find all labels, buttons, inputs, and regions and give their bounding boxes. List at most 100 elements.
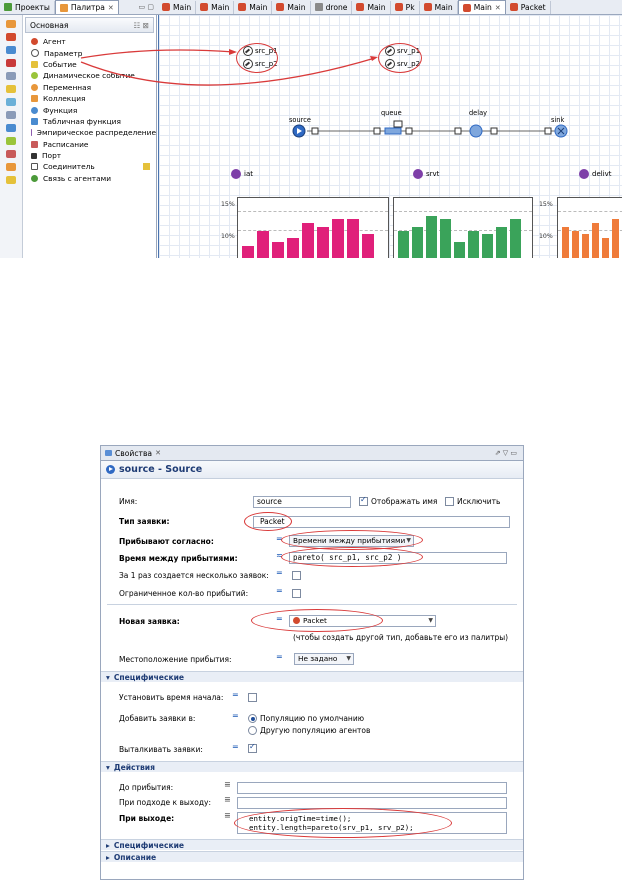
exit-approach-input[interactable]	[237, 797, 507, 809]
histogram-bar	[562, 226, 569, 258]
histogram-bar	[496, 226, 507, 258]
section-specific-collapsed[interactable]: ▸ Специфические	[101, 839, 523, 850]
code-icon: ≡	[224, 795, 231, 804]
interarrival-label: Время между прибытиями:	[119, 554, 238, 563]
arrivals-dropdown[interactable]: Времени между прибытиями ▼	[289, 535, 414, 547]
y-tick-label: 10%	[221, 233, 235, 240]
histogram-bar	[317, 226, 329, 258]
agent-icon	[293, 617, 300, 624]
section-specific[interactable]: ▾ Специфические	[101, 671, 523, 682]
show-name-checkbox[interactable]	[359, 495, 368, 506]
histogram-bar	[582, 234, 589, 258]
code-icon: ≡	[224, 780, 231, 789]
dynamic-value-icon[interactable]: ≂	[276, 551, 283, 560]
push-checkbox[interactable]	[248, 742, 257, 753]
collapse-arrow-icon: ▾	[106, 762, 110, 772]
radio-other-label: Другую популяцию агентов	[260, 726, 371, 735]
static-value-icon[interactable]: =	[276, 568, 283, 577]
static-value-icon[interactable]: =	[276, 652, 283, 661]
histogram-bar	[287, 238, 299, 258]
radio-default-label: Популяцию по умолчанию	[260, 714, 365, 723]
y-tick-label: 15%	[221, 201, 235, 208]
divider	[107, 604, 517, 605]
close-icon[interactable]: ✕	[155, 449, 161, 457]
source-block-icon	[106, 465, 115, 474]
location-dropdown[interactable]: Не задано ▼	[294, 653, 354, 665]
multiple-checkbox[interactable]	[292, 571, 301, 580]
static-value-icon[interactable]: =	[232, 690, 239, 699]
dropdown-arrow-icon: ▼	[406, 537, 411, 544]
code-icon: ≡	[224, 811, 231, 820]
dropdown-arrow-icon: ▼	[428, 617, 433, 624]
y-tick-label: 15%	[539, 201, 553, 208]
exclude-label: Исключить	[457, 497, 501, 506]
static-value-icon[interactable]: =	[276, 534, 283, 543]
histogram-bar	[440, 219, 451, 258]
show-name-label: Отображать имя	[371, 497, 438, 506]
new-entity-hint: (чтобы создать другой тип, добавьте его …	[293, 633, 509, 642]
on-exit-code-line: entity.origTime=time();	[249, 814, 352, 823]
entity-type-label: Тип заявки:	[119, 517, 170, 526]
gridline	[238, 211, 388, 212]
histogram-srvt[interactable]	[393, 197, 533, 258]
top-window: Проекты Палитра ✕ ▭ ▢ Main Main Main Mai…	[0, 0, 622, 258]
arrivals-label: Прибывают согласно:	[119, 537, 214, 546]
expand-arrow-icon: ▸	[106, 840, 110, 850]
exit-approach-label: При подходе к выходу:	[119, 798, 211, 807]
static-value-icon[interactable]: =	[232, 711, 239, 720]
properties-title-bar: source - Source	[101, 461, 523, 479]
histogram-data-icon	[413, 169, 423, 179]
properties-panel: Свойства ✕ ⇗ ▽ ▭ source - Source Имя: so…	[100, 445, 524, 880]
radio-default-population[interactable]	[248, 714, 257, 723]
multiple-label: За 1 раз создается несколько заявок:	[119, 571, 269, 580]
new-entity-label: Новая заявка:	[119, 617, 180, 626]
limited-checkbox[interactable]	[292, 589, 301, 598]
view-menu-icon[interactable]: ⇗ ▽ ▭	[495, 449, 517, 457]
new-entity-dropdown[interactable]: Packet ▼	[289, 615, 436, 627]
histogram-bar	[242, 245, 254, 258]
histogram-bar	[426, 215, 437, 258]
before-arrival-label: До прибытия:	[119, 783, 174, 792]
properties-title: source - Source	[119, 464, 203, 475]
hist-title-srvt[interactable]: srvt	[413, 169, 439, 179]
histogram-bar	[510, 219, 521, 258]
y-tick-label: 10%	[539, 233, 553, 240]
histogram-delivt[interactable]	[557, 197, 622, 258]
properties-tab-bar: Свойства ✕ ⇗ ▽ ▭	[101, 446, 523, 461]
push-label: Выталкивать заявки:	[119, 745, 203, 754]
histogram-bar	[332, 219, 344, 258]
histogram-bar	[347, 219, 359, 258]
histogram-bar	[302, 223, 314, 258]
interarrival-input[interactable]: pareto( src_p1, src_p2 )	[289, 552, 507, 564]
start-time-checkbox[interactable]	[248, 693, 257, 702]
before-arrival-input[interactable]	[237, 782, 507, 794]
static-value-icon[interactable]: =	[276, 586, 283, 595]
entity-type-input[interactable]: Packet	[253, 516, 510, 528]
properties-icon	[105, 450, 112, 456]
histogram-data-icon	[579, 169, 589, 179]
process-flowchart	[292, 120, 568, 138]
on-exit-label: При выходе:	[119, 814, 175, 823]
histogram-bar	[602, 238, 609, 258]
static-value-icon[interactable]: =	[232, 742, 239, 751]
dropdown-arrow-icon: ▼	[346, 655, 351, 662]
tab-properties[interactable]: Свойства	[115, 449, 152, 458]
hist-title-iat[interactable]: iat	[231, 169, 253, 179]
static-value-icon[interactable]: =	[276, 614, 283, 623]
name-input[interactable]: source	[253, 496, 351, 508]
name-label: Имя:	[119, 497, 138, 506]
gridline	[394, 211, 532, 212]
radio-other-population[interactable]	[248, 726, 257, 735]
section-description[interactable]: ▸ Описание	[101, 851, 523, 862]
location-label: Местоположение прибытия:	[119, 655, 232, 664]
histogram-iat[interactable]	[237, 197, 389, 258]
add-to-label: Добавить заявки в:	[119, 714, 196, 723]
section-actions[interactable]: ▾ Действия	[101, 761, 523, 772]
histogram-bar	[454, 241, 465, 258]
hist-title-delivt[interactable]: delivt	[579, 169, 612, 179]
expand-arrow-icon: ▸	[106, 852, 110, 862]
exclude-checkbox[interactable]	[445, 497, 454, 506]
diagram-canvas[interactable]: src_p1 src_p2 srv_p1 srv_p2 source queue…	[80, 15, 622, 258]
start-time-label: Установить время начала:	[119, 693, 224, 702]
histogram-bar	[398, 230, 409, 258]
